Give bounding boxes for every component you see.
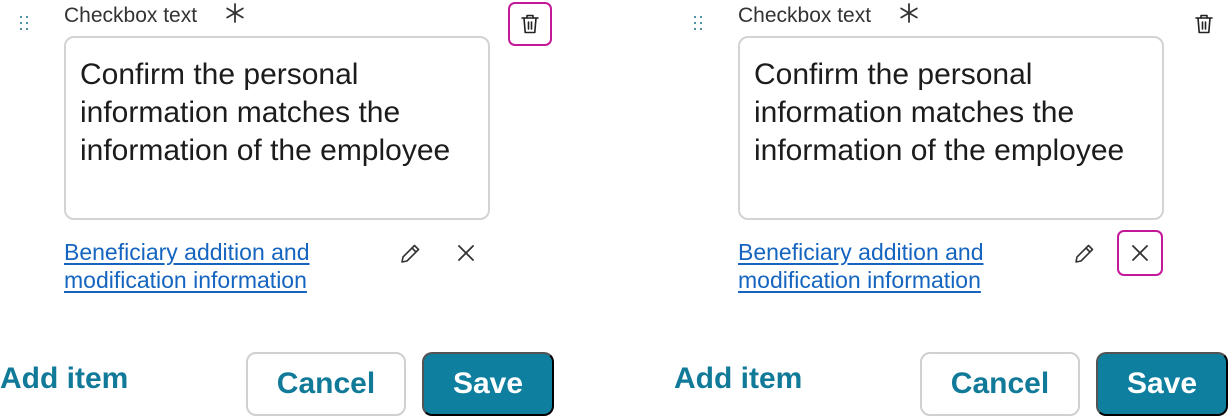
edit-link-button[interactable] bbox=[1062, 232, 1106, 276]
field-label: Checkbox text bbox=[64, 4, 198, 27]
close-icon bbox=[1132, 245, 1148, 261]
remove-link-button[interactable] bbox=[443, 230, 489, 276]
asterisk-icon bbox=[900, 3, 918, 23]
save-button[interactable]: Save bbox=[1096, 352, 1228, 416]
add-item-link[interactable]: Add item bbox=[674, 362, 802, 396]
pencil-icon bbox=[1075, 244, 1094, 263]
asterisk-icon bbox=[226, 3, 244, 23]
pencil-icon bbox=[401, 244, 420, 263]
add-item-link[interactable]: Add item bbox=[0, 362, 128, 396]
cancel-button[interactable]: Cancel bbox=[246, 352, 406, 416]
save-button[interactable]: Save bbox=[422, 352, 554, 416]
checkbox-item-editor-right: Checkbox text Confirm the personal infor… bbox=[674, 0, 1228, 416]
drag-handle-icon[interactable] bbox=[692, 14, 704, 34]
trash-icon bbox=[1195, 14, 1213, 34]
close-icon bbox=[458, 245, 474, 261]
checkbox-text-input[interactable]: Confirm the personal information matches… bbox=[64, 36, 490, 220]
delete-item-button[interactable] bbox=[508, 2, 552, 46]
beneficiary-info-link[interactable]: Beneficiary addition and modification in… bbox=[738, 238, 1038, 294]
checkbox-item-editor-left: Checkbox text Confirm the personal infor… bbox=[0, 0, 560, 416]
beneficiary-info-link[interactable]: Beneficiary addition and modification in… bbox=[64, 238, 364, 294]
delete-item-button[interactable] bbox=[1182, 2, 1226, 46]
remove-link-button[interactable] bbox=[1117, 230, 1163, 276]
field-label: Checkbox text bbox=[738, 4, 872, 27]
trash-icon bbox=[521, 14, 539, 34]
checkbox-text-input[interactable]: Confirm the personal information matches… bbox=[738, 36, 1164, 220]
edit-link-button[interactable] bbox=[388, 232, 432, 276]
drag-handle-icon[interactable] bbox=[18, 14, 30, 34]
cancel-button[interactable]: Cancel bbox=[920, 352, 1080, 416]
